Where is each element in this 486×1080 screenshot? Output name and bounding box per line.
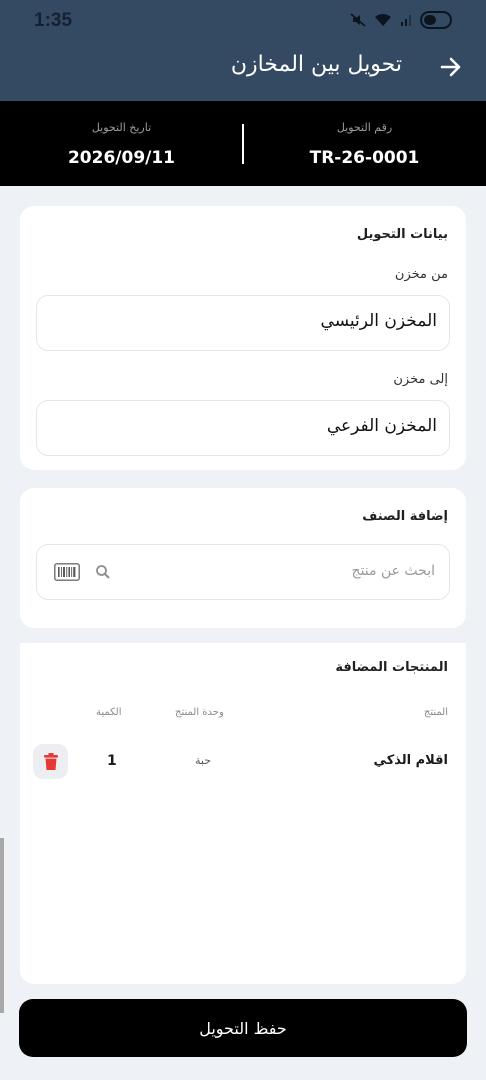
wifi-icon bbox=[375, 14, 391, 26]
column-header-unit: وحدة المنتج bbox=[175, 707, 224, 718]
transfer-number-value: TR-26-0001 bbox=[309, 148, 420, 168]
back-button[interactable] bbox=[436, 52, 466, 82]
transfer-number-label: رقم التحويل bbox=[336, 121, 393, 134]
signal-icon bbox=[401, 15, 411, 26]
from-warehouse-select[interactable]: المخزن الرئيسي bbox=[36, 295, 450, 351]
column-header-product: المنتج bbox=[423, 707, 448, 718]
product-unit: حبة bbox=[195, 754, 212, 767]
save-transfer-button[interactable]: حفظ التحويل bbox=[19, 999, 467, 1057]
trash-icon bbox=[43, 753, 58, 770]
add-item-card: إضافة الصنف ابحث عن منتج bbox=[20, 488, 466, 628]
battery-icon bbox=[420, 11, 452, 29]
transfer-date-block: تاريخ التحويل 2026/09/11 bbox=[0, 101, 243, 186]
transfer-data-card: بيانات التحويل من مخزن المخزن الرئيسي إل… bbox=[20, 206, 466, 470]
save-transfer-label: حفظ التحويل bbox=[199, 1018, 287, 1038]
transfer-date-value: 2026/09/11 bbox=[67, 148, 176, 168]
to-warehouse-label: إلى مخزن bbox=[393, 372, 448, 387]
transfer-number-block: رقم التحويل TR-26-0001 bbox=[243, 101, 486, 186]
arrow-right-icon bbox=[440, 57, 461, 77]
transfer-data-title: بيانات التحويل bbox=[356, 227, 448, 242]
product-quantity: 1 bbox=[107, 753, 117, 769]
mute-icon bbox=[350, 13, 366, 27]
delete-row-button[interactable] bbox=[33, 744, 68, 779]
scrollbar[interactable] bbox=[0, 838, 4, 1013]
to-warehouse-value: المخزن الفرعي bbox=[326, 416, 437, 436]
add-item-title: إضافة الصنف bbox=[362, 509, 448, 524]
page-title: تحويل بين المخازن bbox=[230, 52, 402, 77]
transfer-date-label: تاريخ التحويل bbox=[91, 121, 152, 134]
search-icon bbox=[96, 565, 110, 579]
product-name: اقلام الذكي bbox=[373, 753, 448, 768]
barcode-scan-icon[interactable] bbox=[54, 563, 80, 581]
products-list-area bbox=[20, 792, 466, 984]
added-products-title: المنتجات المضافة bbox=[335, 660, 448, 675]
column-header-quantity: الكمية bbox=[96, 707, 122, 718]
added-products-card: المنتجات المضافة المنتج وحدة المنتج الكم… bbox=[20, 643, 466, 793]
search-placeholder: ابحث عن منتج bbox=[351, 563, 435, 579]
to-warehouse-select[interactable]: المخزن الفرعي bbox=[36, 400, 450, 456]
status-time: 1:35 bbox=[34, 10, 73, 31]
status-icons bbox=[350, 11, 452, 29]
app-header: 1:35 تحويل بين المخازن bbox=[0, 0, 486, 101]
transfer-info-bar: رقم التحويل TR-26-0001 تاريخ التحويل 202… bbox=[0, 101, 486, 186]
product-search-input[interactable]: ابحث عن منتج bbox=[36, 544, 450, 600]
from-warehouse-value: المخزن الرئيسي bbox=[320, 311, 437, 331]
from-warehouse-label: من مخزن bbox=[394, 267, 448, 282]
